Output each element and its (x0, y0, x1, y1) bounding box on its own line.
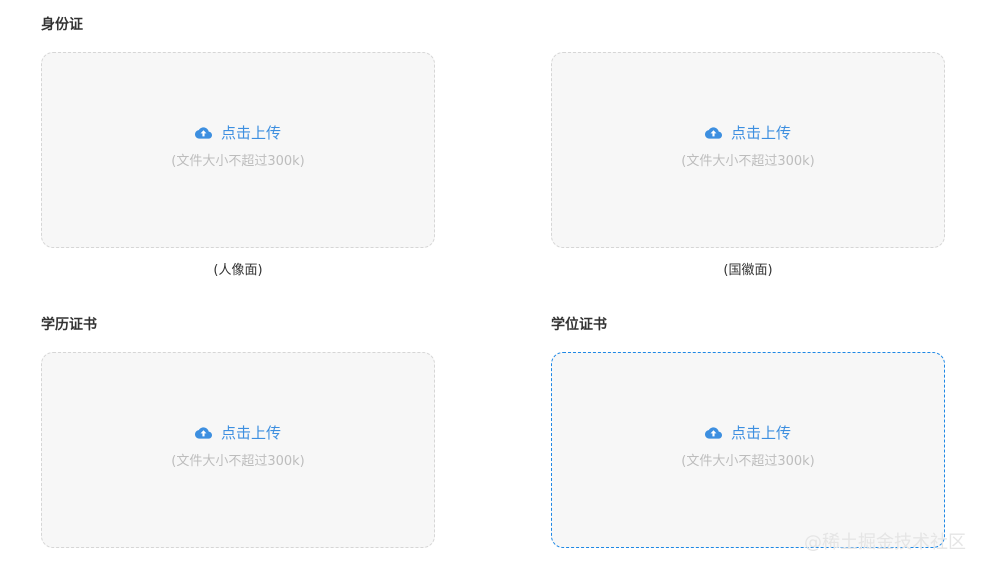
degree-cert-upload[interactable]: 点击上传 (文件大小不超过300k) (551, 352, 945, 548)
id-card-portrait-upload[interactable]: 点击上传 (文件大小不超过300k) (41, 52, 435, 248)
upload-trigger[interactable]: 点击上传 (704, 123, 791, 143)
upload-trigger[interactable]: 点击上传 (704, 423, 791, 443)
upload-size-hint: (文件大小不超过300k) (171, 454, 305, 469)
upload-size-hint: (文件大小不超过300k) (171, 154, 305, 169)
watermark: @稀土掘金技术社区 (804, 532, 966, 553)
cloud-upload-icon (704, 426, 722, 440)
upload-size-hint: (文件大小不超过300k) (681, 454, 815, 469)
upload-trigger[interactable]: 点击上传 (194, 423, 281, 443)
id-card-emblem-upload[interactable]: 点击上传 (文件大小不超过300k) (551, 52, 945, 248)
cloud-upload-icon (194, 126, 212, 140)
degree-cert-section-title: 学位证书 (551, 317, 607, 333)
upload-action-label: 点击上传 (220, 124, 281, 142)
upload-action-label: 点击上传 (730, 124, 791, 142)
portrait-side-caption: (人像面) (213, 263, 263, 278)
education-cert-upload[interactable]: 点击上传 (文件大小不超过300k) (41, 352, 435, 548)
cloud-upload-icon (704, 126, 722, 140)
upload-action-label: 点击上传 (220, 424, 281, 442)
education-cert-section-title: 学历证书 (41, 317, 97, 333)
cloud-upload-icon (194, 426, 212, 440)
upload-size-hint: (文件大小不超过300k) (681, 154, 815, 169)
emblem-side-caption: (国徽面) (723, 263, 773, 278)
upload-action-label: 点击上传 (730, 424, 791, 442)
id-card-section-title: 身份证 (41, 17, 83, 33)
upload-trigger[interactable]: 点击上传 (194, 123, 281, 143)
